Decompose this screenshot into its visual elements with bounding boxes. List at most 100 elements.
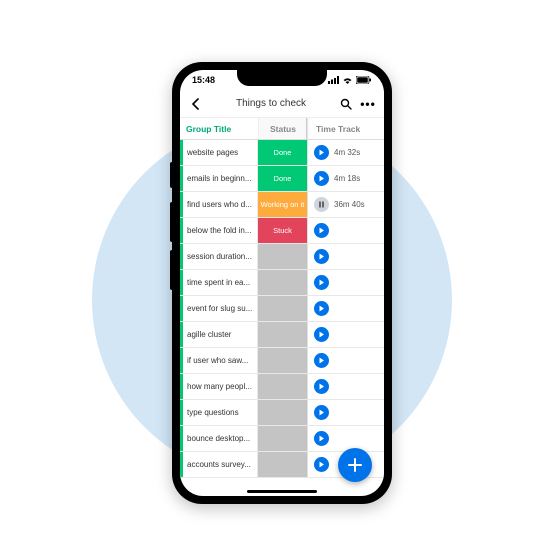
play-icon bbox=[318, 149, 325, 156]
time-cell: 4m 18s bbox=[308, 166, 384, 191]
more-icon: ••• bbox=[360, 97, 376, 111]
play-icon bbox=[318, 357, 325, 364]
status-indicators bbox=[328, 76, 372, 84]
play-icon bbox=[318, 253, 325, 260]
task-cell[interactable]: if user who saw... bbox=[183, 348, 258, 373]
play-icon bbox=[318, 227, 325, 234]
table-row[interactable]: website pagesDone 4m 32s bbox=[180, 140, 384, 166]
phone-frame: 15:48 Things to check ••• Group Title St… bbox=[172, 62, 392, 504]
status-cell[interactable] bbox=[258, 452, 308, 477]
play-icon bbox=[318, 435, 325, 442]
time-cell: 36m 40s bbox=[308, 192, 384, 217]
task-cell[interactable]: accounts survey... bbox=[183, 452, 258, 477]
search-icon bbox=[340, 98, 352, 110]
column-header-time[interactable]: Time Track bbox=[308, 118, 384, 139]
search-button[interactable] bbox=[338, 96, 354, 112]
table-row[interactable]: emails in beginn...Done 4m 18s bbox=[180, 166, 384, 192]
screen: 15:48 Things to check ••• Group Title St… bbox=[180, 70, 384, 496]
table-row[interactable]: event for slug su... bbox=[180, 296, 384, 322]
add-button[interactable] bbox=[338, 448, 372, 482]
play-icon bbox=[318, 279, 325, 286]
play-button[interactable] bbox=[314, 457, 329, 472]
table-row[interactable]: find users who d...Working on it 36m 40s bbox=[180, 192, 384, 218]
time-cell: 4m 32s bbox=[308, 140, 384, 165]
status-cell[interactable] bbox=[258, 426, 308, 451]
status-cell[interactable] bbox=[258, 374, 308, 399]
status-cell[interactable]: Stuck bbox=[258, 218, 308, 243]
nav-bar: Things to check ••• bbox=[180, 90, 384, 118]
time-cell bbox=[308, 426, 384, 451]
plus-icon bbox=[347, 457, 363, 473]
table-row[interactable]: session duration... bbox=[180, 244, 384, 270]
column-header-row: Group Title Status Time Track bbox=[180, 118, 384, 140]
play-button[interactable] bbox=[314, 275, 329, 290]
status-cell[interactable] bbox=[258, 270, 308, 295]
status-cell[interactable] bbox=[258, 322, 308, 347]
time-cell bbox=[308, 348, 384, 373]
play-button[interactable] bbox=[314, 327, 329, 342]
column-header-status[interactable]: Status bbox=[258, 118, 308, 139]
play-button[interactable] bbox=[314, 249, 329, 264]
status-cell[interactable] bbox=[258, 244, 308, 269]
column-header-group[interactable]: Group Title bbox=[180, 118, 258, 139]
time-value: 4m 18s bbox=[334, 174, 360, 183]
status-cell[interactable] bbox=[258, 296, 308, 321]
play-icon bbox=[318, 461, 325, 468]
play-button[interactable] bbox=[314, 145, 329, 160]
wifi-icon bbox=[342, 76, 353, 84]
time-cell bbox=[308, 374, 384, 399]
clock: 15:48 bbox=[192, 75, 215, 85]
task-cell[interactable]: find users who d... bbox=[183, 192, 258, 217]
task-cell[interactable]: how many peopl... bbox=[183, 374, 258, 399]
task-cell[interactable]: below the fold in... bbox=[183, 218, 258, 243]
chevron-left-icon bbox=[191, 98, 201, 110]
table-row[interactable]: how many peopl... bbox=[180, 374, 384, 400]
pause-icon bbox=[318, 201, 325, 208]
battery-icon bbox=[356, 76, 372, 84]
task-list[interactable]: website pagesDone 4m 32s emails in beginn.… bbox=[180, 140, 384, 496]
time-cell bbox=[308, 244, 384, 269]
time-cell bbox=[308, 296, 384, 321]
time-cell bbox=[308, 270, 384, 295]
task-cell[interactable]: event for slug su... bbox=[183, 296, 258, 321]
status-cell[interactable]: Done bbox=[258, 166, 308, 191]
play-button[interactable] bbox=[314, 431, 329, 446]
home-indicator bbox=[247, 490, 317, 493]
table-row[interactable]: agille cluster bbox=[180, 322, 384, 348]
task-cell[interactable]: time spent in ea... bbox=[183, 270, 258, 295]
time-cell bbox=[308, 218, 384, 243]
play-button[interactable] bbox=[314, 379, 329, 394]
pause-button[interactable] bbox=[314, 197, 329, 212]
play-icon bbox=[318, 175, 325, 182]
play-button[interactable] bbox=[314, 353, 329, 368]
play-icon bbox=[318, 383, 325, 390]
status-cell[interactable]: Done bbox=[258, 140, 308, 165]
task-cell[interactable]: session duration... bbox=[183, 244, 258, 269]
task-cell[interactable]: bounce desktop... bbox=[183, 426, 258, 451]
time-cell bbox=[308, 400, 384, 425]
back-button[interactable] bbox=[188, 96, 204, 112]
task-cell[interactable]: type questions bbox=[183, 400, 258, 425]
time-value: 4m 32s bbox=[334, 148, 360, 157]
signal-icon bbox=[328, 76, 339, 84]
table-row[interactable]: type questions bbox=[180, 400, 384, 426]
play-icon bbox=[318, 331, 325, 338]
time-value: 36m 40s bbox=[334, 200, 365, 209]
play-button[interactable] bbox=[314, 301, 329, 316]
page-title: Things to check bbox=[210, 98, 332, 109]
table-row[interactable]: below the fold in...Stuck bbox=[180, 218, 384, 244]
status-cell[interactable]: Working on it bbox=[258, 192, 308, 217]
task-cell[interactable]: emails in beginn... bbox=[183, 166, 258, 191]
status-cell[interactable] bbox=[258, 400, 308, 425]
play-button[interactable] bbox=[314, 405, 329, 420]
play-button[interactable] bbox=[314, 171, 329, 186]
task-cell[interactable]: website pages bbox=[183, 140, 258, 165]
play-icon bbox=[318, 409, 325, 416]
play-button[interactable] bbox=[314, 223, 329, 238]
task-cell[interactable]: agille cluster bbox=[183, 322, 258, 347]
status-cell[interactable] bbox=[258, 348, 308, 373]
table-row[interactable]: time spent in ea... bbox=[180, 270, 384, 296]
notch bbox=[237, 70, 327, 86]
more-button[interactable]: ••• bbox=[360, 96, 376, 112]
table-row[interactable]: if user who saw... bbox=[180, 348, 384, 374]
